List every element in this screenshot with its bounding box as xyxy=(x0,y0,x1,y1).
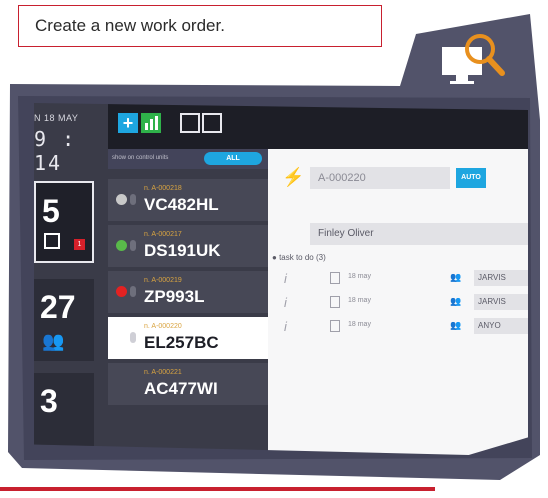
auto-button[interactable]: AUTO xyxy=(456,168,486,188)
bullet-icon: ● xyxy=(272,253,280,262)
date-icon xyxy=(330,272,340,284)
accent-bar xyxy=(0,487,435,491)
tasks-header-label: task to do (3) xyxy=(279,253,326,262)
card-count: 27 xyxy=(40,289,76,325)
date-icon xyxy=(330,296,340,308)
work-order-detail: ⚡ A-000220 AUTO Finley Oliver ● task to … xyxy=(268,149,528,455)
list-icon[interactable] xyxy=(180,113,200,133)
alert-badge: 1 xyxy=(74,239,85,250)
vehicle-list: n. A-000218 VC482HL n. A-000217 DS191UK … xyxy=(108,169,268,455)
status-dot xyxy=(116,286,127,297)
people-icon: 👥 xyxy=(42,331,65,351)
bar-chart-glyph xyxy=(145,116,158,130)
status-dot xyxy=(116,240,127,251)
task-row[interactable]: i 18 may 👥 JARVIS xyxy=(268,267,528,289)
plate-number: ZP993L xyxy=(144,287,205,306)
card-count: 5 xyxy=(42,193,60,229)
status-dot xyxy=(116,194,127,205)
current-date: N 18 MAY xyxy=(34,113,79,123)
tasks-header: ● task to do (3) xyxy=(272,253,326,262)
task-row[interactable]: i 18 may 👥 ANYO xyxy=(268,315,528,337)
plate-number: VC482HL xyxy=(144,195,219,214)
group-icon: 👥 xyxy=(450,272,462,282)
card-count: 3 xyxy=(40,383,58,419)
order-code: n. A-000217 xyxy=(144,231,182,238)
status-pill xyxy=(130,194,136,205)
status-pill xyxy=(130,240,136,251)
group-icon: 👥 xyxy=(450,296,462,306)
task-assignee[interactable]: JARVIS xyxy=(474,294,528,310)
vehicle-row[interactable]: n. A-000218 VC482HL xyxy=(108,179,268,221)
order-code: n. A-000218 xyxy=(144,185,182,192)
plate-number: EL257BC xyxy=(144,333,219,352)
task-assignee[interactable]: ANYO xyxy=(474,318,528,334)
toolbar: + xyxy=(108,103,528,149)
order-code: n. A-000219 xyxy=(144,277,182,284)
order-code: n. A-000220 xyxy=(144,323,182,330)
vehicle-row[interactable]: n. A-000219 ZP993L xyxy=(108,271,268,313)
vehicle-row-selected[interactable]: n. A-000220 EL257BC xyxy=(108,317,268,359)
bar-chart-icon[interactable] xyxy=(141,113,161,133)
calendar-list-icon xyxy=(44,233,60,249)
plate-number: DS191UK xyxy=(144,241,221,260)
assignee-field[interactable]: Finley Oliver xyxy=(310,223,528,245)
vehicle-row[interactable]: n. A-000217 DS191UK xyxy=(108,225,268,267)
current-time: 9 : 14 xyxy=(34,127,77,175)
task-row[interactable]: i 18 may 👥 JARVIS xyxy=(268,291,528,313)
task-date: 18 may xyxy=(348,321,371,328)
clock-column: N 18 MAY 9 : 14 5 1 27 👥 3 xyxy=(34,103,108,455)
group-icon: 👥 xyxy=(450,320,462,330)
task-date: 18 may xyxy=(348,273,371,280)
calendar-icon[interactable] xyxy=(202,113,222,133)
filter-toggle[interactable]: ALL xyxy=(204,152,262,165)
filter-label: show on control units xyxy=(112,155,169,161)
order-code: n. A-000221 xyxy=(144,369,182,376)
plate-number: AC477WI xyxy=(144,379,218,398)
summary-card-open[interactable]: 5 1 xyxy=(34,181,94,263)
date-icon xyxy=(330,320,340,332)
monitor-search-icon xyxy=(442,34,505,84)
task-assignee[interactable]: JARVIS xyxy=(474,270,528,286)
vehicle-row[interactable]: n. A-000221 AC477WI xyxy=(108,363,268,405)
status-pill xyxy=(130,332,136,343)
info-icon[interactable]: i xyxy=(284,271,287,286)
status-dot xyxy=(116,332,127,343)
info-icon[interactable]: i xyxy=(284,319,287,334)
order-number-field[interactable]: A-000220 xyxy=(310,167,450,189)
app-screen: N 18 MAY 9 : 14 5 1 27 👥 3 + show on con… xyxy=(34,103,528,455)
summary-card-vehicles[interactable]: 3 xyxy=(34,373,94,455)
status-pill xyxy=(130,286,136,297)
plus-icon[interactable]: + xyxy=(118,113,138,133)
summary-card-people[interactable]: 27 👥 xyxy=(34,279,94,361)
lightning-icon: ⚡ xyxy=(282,167,305,187)
task-date: 18 may xyxy=(348,297,371,304)
info-icon[interactable]: i xyxy=(284,295,287,310)
